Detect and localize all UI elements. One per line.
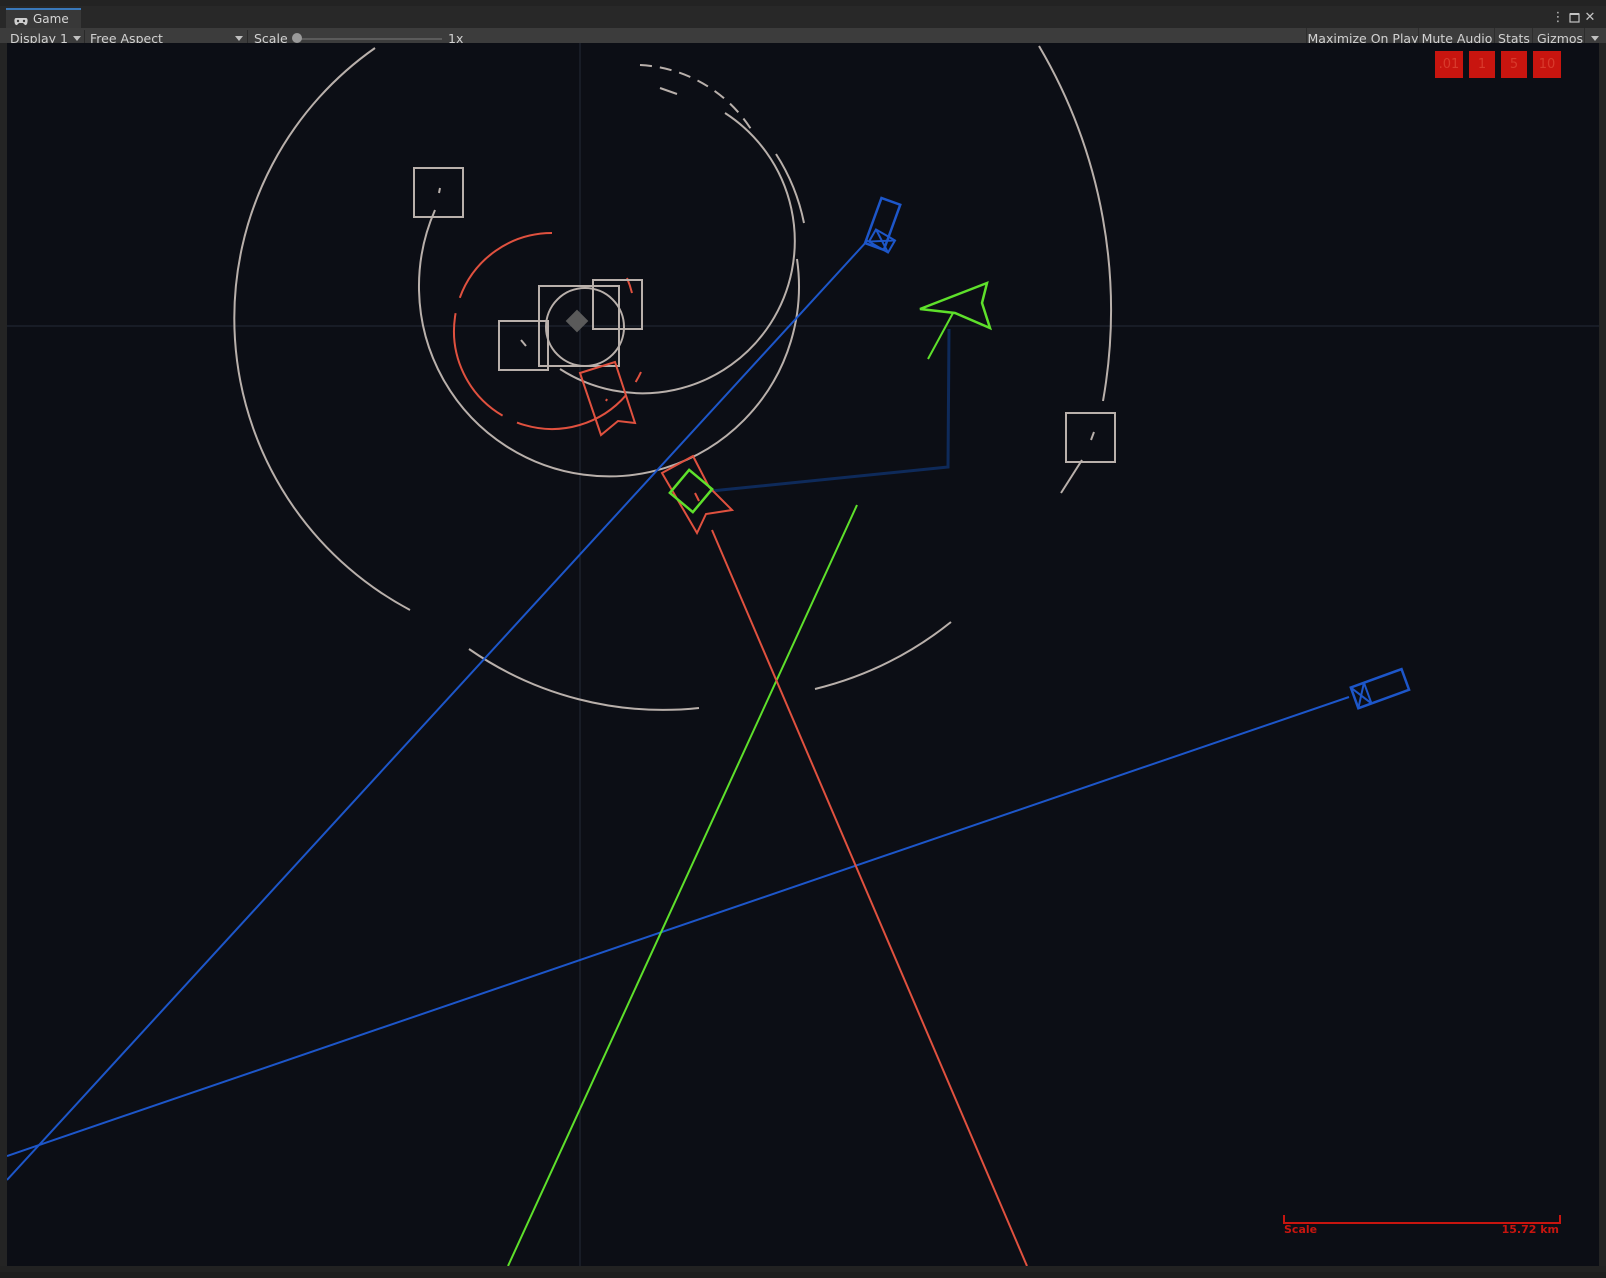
maximize-icon[interactable] (1566, 8, 1582, 26)
player-trajectory (507, 504, 858, 1266)
orbit-arc (468, 648, 700, 711)
tab-bar: Game ⋮ ✕ (0, 6, 1606, 29)
scale-bar-value: 15.72 km (1501, 1223, 1559, 1236)
planet-core-marker (565, 309, 589, 333)
allied-ship (1349, 667, 1411, 710)
orbit-arc (559, 112, 796, 395)
orbit-arc (814, 621, 952, 690)
orbit-arc-dashed (659, 87, 678, 95)
close-icon[interactable]: ✕ (1582, 8, 1598, 26)
planet-body (545, 287, 625, 367)
time-scale-button-0[interactable]: .01 (1435, 51, 1463, 78)
bottom-strip (0, 1266, 1606, 1272)
right-panel-edge (1599, 43, 1606, 1266)
enemy-ship-marker (694, 492, 700, 502)
scale-slider-thumb[interactable] (292, 33, 302, 43)
station-heading (520, 339, 527, 347)
left-panel-edge (0, 43, 7, 1266)
chevron-down-icon (235, 36, 243, 41)
time-scale-button-2[interactable]: 5 (1501, 51, 1527, 78)
chevron-down-icon (73, 36, 81, 41)
orbit-arc (1038, 45, 1113, 402)
scale-bar-label: Scale (1284, 1223, 1318, 1236)
orbit-arc-dashed (639, 64, 755, 135)
orbit-arc (417, 209, 800, 478)
allied-trajectory (7, 239, 869, 1181)
satellite-box (1065, 412, 1116, 463)
allied-trajectory (7, 696, 1350, 1157)
satellite-heading (1090, 431, 1095, 441)
enemy-ship-marker (605, 398, 608, 402)
gamepad-icon (14, 15, 28, 25)
player-target-box (668, 468, 714, 514)
time-scale-button-3[interactable]: 10 (1533, 51, 1561, 78)
chevron-down-icon (1591, 36, 1599, 41)
station-box (498, 320, 549, 371)
enemy-ship (578, 360, 637, 437)
game-viewport[interactable]: .01 1 5 10 Scale 15.72 km (7, 43, 1599, 1266)
satellite-heading (438, 187, 441, 194)
time-scale-button-1[interactable]: 1 (1469, 51, 1495, 78)
kebab-menu-icon[interactable]: ⋮ (1550, 8, 1566, 26)
orbit-arc (775, 153, 805, 224)
tab-game-label: Game (33, 12, 69, 26)
game-canvas (7, 43, 1599, 1266)
tab-game[interactable]: Game (6, 8, 81, 28)
orbit-arc (233, 47, 411, 611)
player-ship (919, 280, 993, 331)
scale-slider-track[interactable] (296, 38, 442, 40)
satellite-trail (1060, 459, 1083, 494)
scale-bar: Scale 15.72 km (1283, 1207, 1563, 1236)
